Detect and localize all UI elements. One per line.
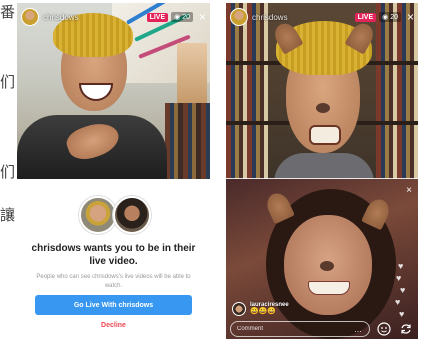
- host-username[interactable]: chrisdows: [252, 13, 288, 22]
- comment-text: 😀😀😀: [250, 308, 277, 315]
- invite-screen: chrisdows LIVE ◉ 20 × chrisdows wants yo…: [17, 3, 210, 339]
- live-badge: LIVE: [354, 12, 377, 22]
- commenter-avatar[interactable]: [232, 302, 246, 316]
- eye-icon: ◉: [382, 14, 389, 21]
- camera-flip-icon[interactable]: [398, 321, 414, 337]
- viewer-count-value: 20: [182, 14, 190, 21]
- host-avatar-large: [79, 196, 117, 234]
- host-video: [226, 3, 418, 183]
- invite-title: chrisdows wants you to be in their live …: [31, 243, 196, 267]
- go-live-button[interactable]: Go Live With chrisdows: [35, 295, 192, 315]
- guest-teeth: [308, 281, 350, 295]
- heart-icon: ♥: [396, 273, 402, 283]
- decline-button[interactable]: Decline: [17, 322, 210, 329]
- comment-bar: Comment …: [230, 321, 414, 337]
- live-badge: LIVE: [146, 12, 169, 22]
- host-video: [17, 3, 210, 179]
- live-header: chrisdows LIVE ◉ 20 ×: [21, 7, 206, 27]
- invite-subtitle: People who can see chrisdows's live vide…: [36, 274, 191, 289]
- guest-avatar-large: [113, 196, 151, 234]
- wall-art: [177, 43, 207, 103]
- sidebar-glyph-column: 番 们 们 讓: [0, 0, 16, 342]
- remove-guest-icon[interactable]: ×: [406, 185, 412, 196]
- more-options-icon[interactable]: …: [354, 325, 363, 334]
- bookshelf: [376, 3, 418, 179]
- close-icon[interactable]: ×: [407, 11, 414, 23]
- heart-icon: ♥: [395, 297, 401, 307]
- heart-icon: ♥: [398, 261, 404, 271]
- heart-icon: ♥: [400, 285, 406, 295]
- close-icon[interactable]: ×: [199, 11, 206, 23]
- viewer-count[interactable]: ◉ 20: [171, 12, 193, 22]
- live-header: chrisdows LIVE ◉ 20 ×: [230, 7, 414, 27]
- host-avatar[interactable]: [21, 8, 39, 26]
- split-live-screen: chrisdows LIVE ◉ 20 × × ♥ ♥ ♥ ♥ ♥ laurac…: [226, 3, 418, 339]
- sidebar-glyph: 们: [0, 163, 16, 181]
- sidebar-glyph: 们: [0, 73, 16, 91]
- dog-nose-filter: [320, 261, 334, 271]
- hearts-animation: ♥ ♥ ♥ ♥ ♥: [394, 261, 410, 319]
- viewer-count[interactable]: ◉ 20: [379, 12, 401, 22]
- host-avatar[interactable]: [230, 8, 248, 26]
- comment-input[interactable]: Comment …: [230, 321, 370, 337]
- host-teeth: [309, 125, 341, 145]
- eye-icon: ◉: [174, 14, 181, 21]
- sidebar-glyph: 讓: [0, 206, 16, 224]
- comment-item: lauraciresnee 😀😀😀: [232, 302, 289, 316]
- host-username[interactable]: chrisdows: [43, 13, 79, 22]
- face-filter-icon[interactable]: [376, 321, 392, 337]
- participant-avatars: [79, 196, 151, 234]
- dog-nose-filter: [316, 103, 330, 113]
- viewer-count-value: 20: [390, 14, 398, 21]
- bookshelf: [165, 103, 210, 179]
- comment-placeholder: Comment: [237, 326, 264, 332]
- heart-icon: ♥: [399, 309, 405, 319]
- invite-sheet: chrisdows wants you to be in their live …: [17, 179, 210, 339]
- sidebar-glyph: 番: [0, 3, 16, 21]
- bookshelf: [226, 3, 268, 179]
